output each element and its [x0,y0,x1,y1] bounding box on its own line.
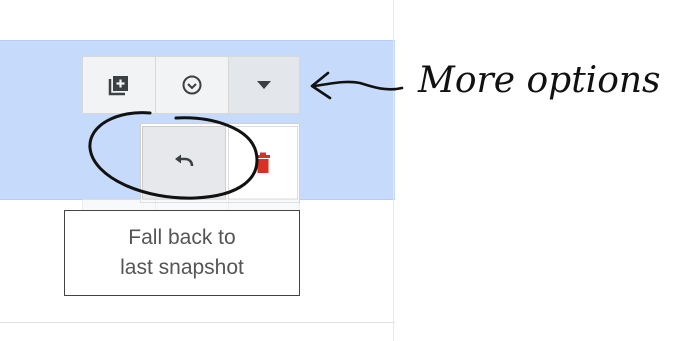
pointer-arrow [312,80,404,91]
annotation-overlay [88,71,404,200]
highlight-circle [88,111,259,200]
more-options-callout: More options [418,60,661,101]
